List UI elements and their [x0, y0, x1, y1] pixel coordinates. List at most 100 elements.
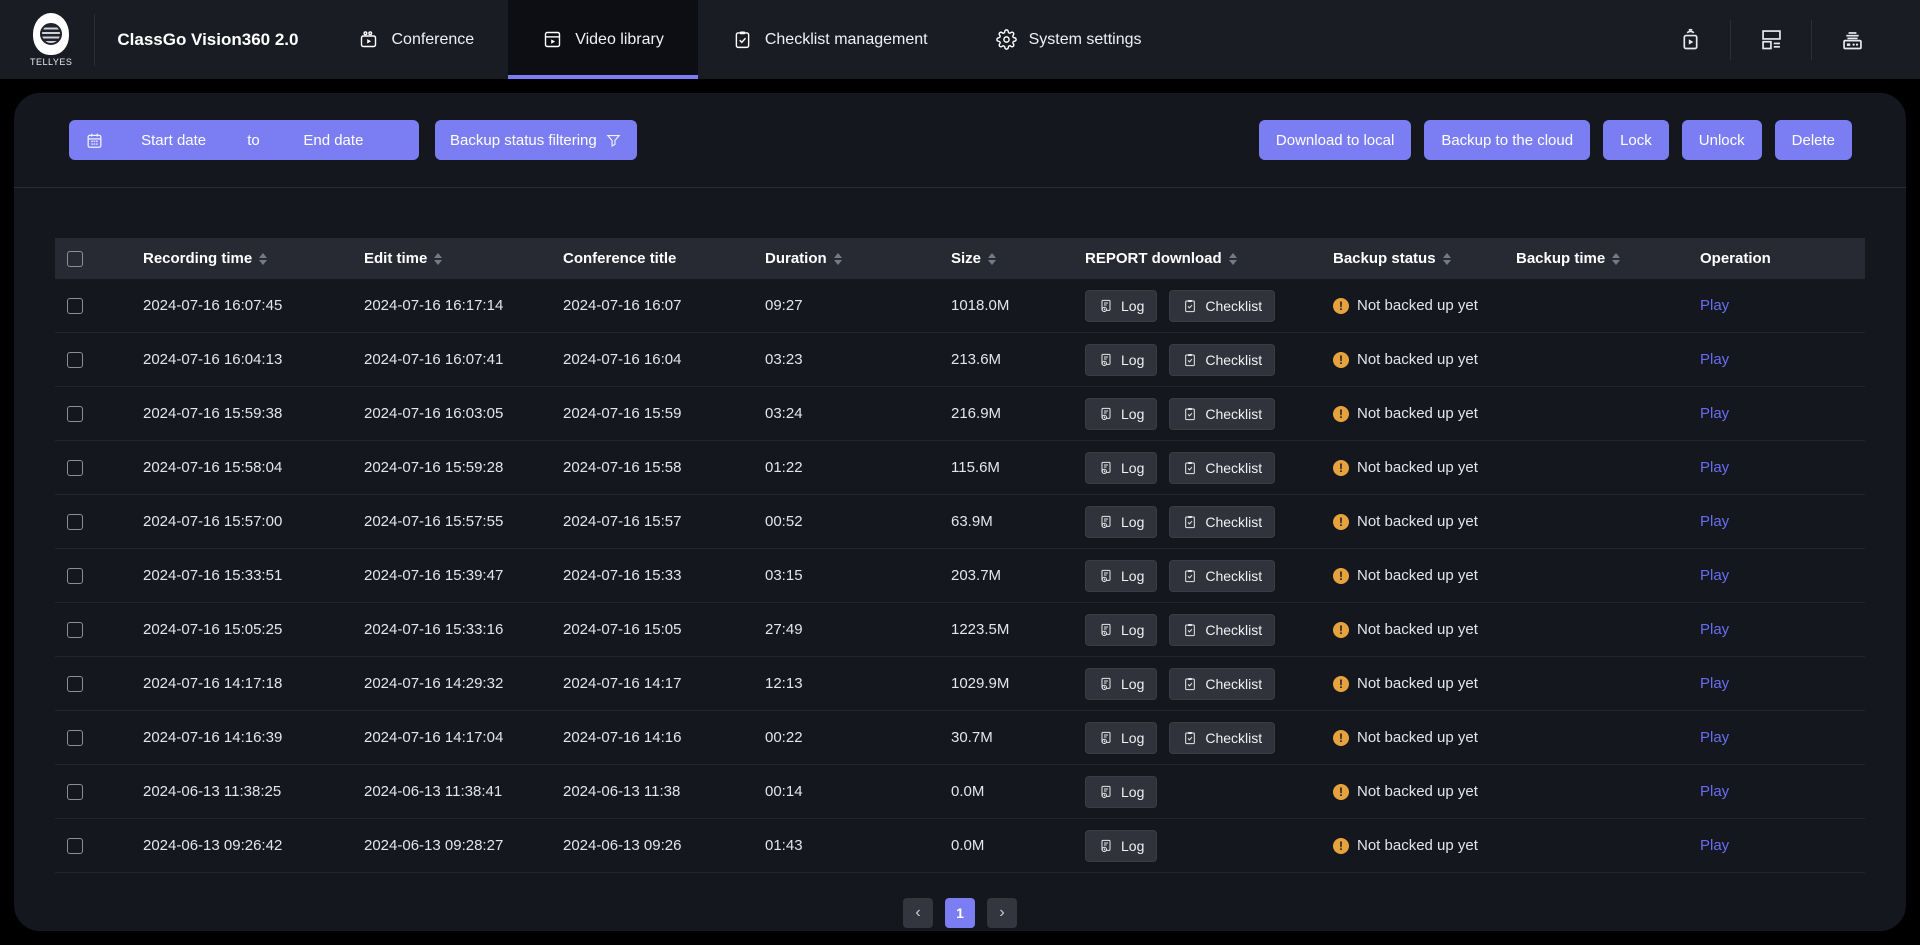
- page-1-button[interactable]: 1: [945, 898, 975, 928]
- row-checkbox[interactable]: [67, 460, 83, 476]
- edit-time-cell: 2024-07-16 14:17:04: [336, 729, 535, 746]
- column-header-duration[interactable]: Duration: [737, 250, 923, 267]
- table-row: 2024-07-16 14:17:18 2024-07-16 14:29:32 …: [55, 657, 1865, 711]
- log-button[interactable]: Log: [1085, 344, 1157, 376]
- log-button[interactable]: Log: [1085, 776, 1157, 808]
- column-header-label: Duration: [765, 250, 827, 267]
- log-button[interactable]: Log: [1085, 398, 1157, 430]
- sort-icon[interactable]: [1612, 253, 1620, 265]
- column-header-recording_time[interactable]: Recording time: [115, 250, 336, 267]
- sort-icon[interactable]: [434, 253, 442, 265]
- tab-system-settings[interactable]: System settings: [962, 0, 1176, 79]
- checklist-button[interactable]: Checklist: [1169, 398, 1275, 430]
- recorder-device-button[interactable]: [1812, 26, 1892, 53]
- log-button[interactable]: Log: [1085, 452, 1157, 484]
- log-button[interactable]: Log: [1085, 668, 1157, 700]
- warning-icon: !: [1333, 460, 1349, 476]
- checklist-button[interactable]: Checklist: [1169, 452, 1275, 484]
- checklist-button[interactable]: Checklist: [1169, 560, 1275, 592]
- checklist-button[interactable]: Checklist: [1169, 344, 1275, 376]
- sort-icon[interactable]: [259, 253, 267, 265]
- start-date-input[interactable]: Start date: [104, 132, 243, 149]
- checklist-button[interactable]: Checklist: [1169, 668, 1275, 700]
- unlock-button[interactable]: Unlock: [1682, 120, 1762, 160]
- play-link[interactable]: Play: [1700, 567, 1729, 584]
- prev-page-button[interactable]: ‹: [903, 898, 933, 928]
- logo-egg-shape: [33, 13, 69, 55]
- tab-checklist-management[interactable]: Checklist management: [698, 0, 962, 79]
- tab-label: Video library: [575, 31, 664, 49]
- play-link[interactable]: Play: [1700, 675, 1729, 692]
- play-link[interactable]: Play: [1700, 513, 1729, 530]
- column-header-report[interactable]: REPORT download: [1057, 250, 1305, 267]
- play-link[interactable]: Play: [1700, 405, 1729, 422]
- log-button[interactable]: Log: [1085, 722, 1157, 754]
- row-checkbox[interactable]: [67, 568, 83, 584]
- column-header-edit_time[interactable]: Edit time: [336, 250, 535, 267]
- log-button[interactable]: Log: [1085, 614, 1157, 646]
- log-button-label: Log: [1121, 838, 1144, 854]
- warning-icon: !: [1333, 514, 1349, 530]
- play-link[interactable]: Play: [1700, 837, 1729, 854]
- play-link[interactable]: Play: [1700, 621, 1729, 638]
- conference-title-cell: 2024-07-16 14:16: [535, 729, 737, 746]
- row-checkbox[interactable]: [67, 730, 83, 746]
- log-file-icon: [1098, 568, 1114, 584]
- sort-icon[interactable]: [1229, 253, 1237, 265]
- column-header-backup_status[interactable]: Backup status: [1305, 250, 1488, 267]
- download-to-local-button[interactable]: Download to local: [1259, 120, 1411, 160]
- row-checkbox[interactable]: [67, 298, 83, 314]
- column-header-size[interactable]: Size: [923, 250, 1057, 267]
- backup-status-text: Not backed up yet: [1357, 351, 1478, 368]
- row-checkbox[interactable]: [67, 838, 83, 854]
- log-file-icon: [1098, 730, 1114, 746]
- play-link[interactable]: Play: [1700, 297, 1729, 314]
- row-checkbox[interactable]: [67, 784, 83, 800]
- checklist-button[interactable]: Checklist: [1169, 290, 1275, 322]
- backup-status-text: Not backed up yet: [1357, 459, 1478, 476]
- checklist-button[interactable]: Checklist: [1169, 722, 1275, 754]
- table-row: 2024-06-13 09:26:42 2024-06-13 09:28:27 …: [55, 819, 1865, 873]
- report-download-cell: Log Checklist: [1057, 722, 1305, 754]
- log-button[interactable]: Log: [1085, 506, 1157, 538]
- sort-icon[interactable]: [988, 253, 996, 265]
- play-link[interactable]: Play: [1700, 459, 1729, 476]
- row-checkbox[interactable]: [67, 352, 83, 368]
- column-header-conference_title[interactable]: Conference title: [535, 250, 737, 267]
- duration-cell: 27:49: [737, 621, 923, 638]
- tab-conference[interactable]: Conference: [324, 0, 508, 79]
- select-all-checkbox[interactable]: [67, 251, 83, 267]
- live-stream-button[interactable]: [1650, 26, 1730, 53]
- column-header-operation[interactable]: Operation: [1672, 250, 1865, 267]
- logo-globe-icon: [40, 23, 62, 45]
- end-date-input[interactable]: End date: [264, 132, 403, 149]
- row-checkbox[interactable]: [67, 514, 83, 530]
- backup-status-text: Not backed up yet: [1357, 675, 1478, 692]
- tab-video-library[interactable]: Video library: [508, 0, 698, 79]
- play-link[interactable]: Play: [1700, 783, 1729, 800]
- lock-button[interactable]: Lock: [1603, 120, 1669, 160]
- sort-icon[interactable]: [834, 253, 842, 265]
- date-range-picker[interactable]: Start date to End date: [69, 120, 419, 160]
- row-checkbox[interactable]: [67, 406, 83, 422]
- row-checkbox[interactable]: [67, 622, 83, 638]
- checklist-button[interactable]: Checklist: [1169, 506, 1275, 538]
- column-header-backup_time[interactable]: Backup time: [1488, 250, 1672, 267]
- row-checkbox[interactable]: [67, 676, 83, 692]
- next-page-button[interactable]: ›: [987, 898, 1017, 928]
- log-button[interactable]: Log: [1085, 830, 1157, 862]
- backup-to-cloud-button[interactable]: Backup to the cloud: [1424, 120, 1590, 160]
- backup-status-filter-button[interactable]: Backup status filtering: [435, 120, 637, 160]
- backup-status-text: Not backed up yet: [1357, 729, 1478, 746]
- checklist-icon: [1182, 676, 1198, 692]
- log-button[interactable]: Log: [1085, 290, 1157, 322]
- play-link[interactable]: Play: [1700, 729, 1729, 746]
- play-link[interactable]: Play: [1700, 351, 1729, 368]
- operation-cell: Play: [1672, 783, 1865, 800]
- log-button[interactable]: Log: [1085, 560, 1157, 592]
- checklist-button[interactable]: Checklist: [1169, 614, 1275, 646]
- backup-status-cell: ! Not backed up yet: [1305, 729, 1488, 746]
- layout-button[interactable]: [1731, 26, 1811, 53]
- sort-icon[interactable]: [1443, 253, 1451, 265]
- delete-button[interactable]: Delete: [1775, 120, 1852, 160]
